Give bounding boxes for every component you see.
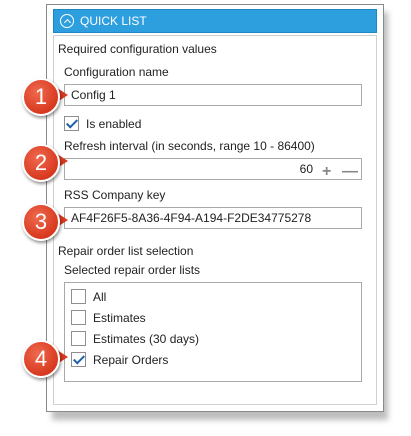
decrement-button[interactable]: — xyxy=(342,163,358,181)
list-item-label: All xyxy=(93,290,107,304)
rss-key-label: RSS Company key xyxy=(64,188,166,202)
list-item-label: Estimates xyxy=(93,311,146,325)
refresh-interval-input[interactable]: 60 xyxy=(64,158,362,180)
list-item-checkbox[interactable] xyxy=(71,352,86,367)
list-item-label: Repair Orders xyxy=(93,353,169,367)
panel-header[interactable]: QUICK LIST xyxy=(53,9,377,33)
section-title-required: Required configuration values xyxy=(58,42,217,56)
section-title-repair: Repair order list selection xyxy=(58,244,194,258)
chevron-up-icon[interactable] xyxy=(60,14,74,28)
list-item-label: Estimates (30 days) xyxy=(93,332,200,346)
repair-order-listbox[interactable]: All Estimates Estimates (30 days) Repair… xyxy=(64,282,362,382)
list-item[interactable]: Estimates (30 days) xyxy=(65,329,361,349)
callout-badge-1: 1 xyxy=(22,78,60,116)
callout-badge-2: 2 xyxy=(22,144,60,182)
config-name-label: Configuration name xyxy=(64,65,169,79)
list-item[interactable]: Repair Orders xyxy=(65,350,361,370)
list-item[interactable]: Estimates xyxy=(65,308,361,328)
enabled-label: Is enabled xyxy=(86,117,142,131)
list-item-checkbox[interactable] xyxy=(71,289,86,304)
rss-key-input[interactable] xyxy=(64,207,362,229)
callout-badge-3: 3 xyxy=(22,203,60,241)
enabled-checkbox[interactable] xyxy=(64,116,79,131)
refresh-interval-value: 60 xyxy=(299,162,313,176)
increment-button[interactable]: + xyxy=(322,163,331,181)
list-item[interactable]: All xyxy=(65,287,361,307)
list-item-checkbox[interactable] xyxy=(71,310,86,325)
repair-lists-label: Selected repair order lists xyxy=(64,263,201,277)
list-item-checkbox[interactable] xyxy=(71,331,86,346)
refresh-interval-label: Refresh interval (in seconds, range 10 -… xyxy=(64,139,315,153)
callout-badge-4: 4 xyxy=(22,340,60,378)
panel-title: QUICK LIST xyxy=(80,14,147,28)
config-name-input[interactable] xyxy=(64,84,362,106)
